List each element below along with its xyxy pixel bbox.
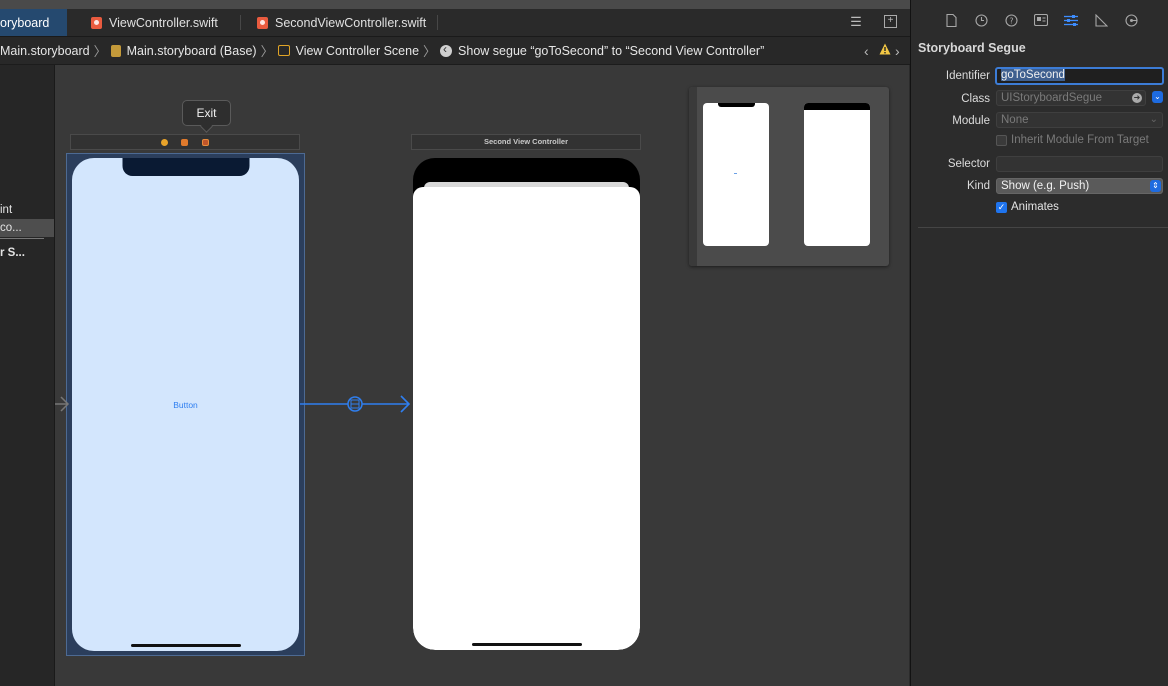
tab-label: oryboard <box>0 15 50 30</box>
arrow-right-circle-icon[interactable]: ➜ <box>1132 93 1142 103</box>
outline-divider <box>0 238 44 239</box>
breadcrumb-item[interactable]: Show segue “goToSecond” to “Second View … <box>440 42 765 58</box>
attributes-inspector: ? Storyboard Segue Identifier goToSecond… <box>910 0 1168 686</box>
identity-inspector-icon[interactable] <box>1033 13 1049 30</box>
breadcrumb-label: Main.storyboard (Base) <box>126 43 257 58</box>
second-scene-dock[interactable]: Second View Controller <box>411 134 641 150</box>
exit-tooltip: Exit <box>182 100 231 126</box>
entry-point-arrow[interactable] <box>55 395 71 413</box>
kind-select[interactable]: Show (e.g. Push) ⇕ <box>996 178 1163 194</box>
chevron-right-icon: 〉 <box>423 44 437 59</box>
tab-divider <box>240 15 241 30</box>
outline-item[interactable]: r S... <box>0 244 54 262</box>
breadcrumb-item[interactable]: Main.storyboard (Base) <box>110 43 257 58</box>
tab-label: SecondViewController.swift <box>275 15 427 30</box>
chevron-right-icon: 〉 <box>93 44 107 59</box>
module-placeholder: None <box>1001 114 1029 126</box>
animates-checkbox[interactable]: ✓ <box>996 202 1007 213</box>
inherit-module-checkbox[interactable] <box>996 135 1007 146</box>
tab-main-storyboard[interactable]: oryboard <box>0 9 67 36</box>
breadcrumb: Main.storyboard 〉 Main.storyboard (Base)… <box>0 37 910 65</box>
canvas-minimap[interactable] <box>689 87 889 266</box>
breadcrumb-label: Main.storyboard <box>0 43 90 58</box>
selector-label: Selector <box>947 158 990 170</box>
view-controller-scene[interactable]: Button <box>66 153 305 656</box>
minimap-scene-2 <box>804 103 870 246</box>
outline-item-selected[interactable]: co... <box>0 219 54 237</box>
chevron-down-icon: ⌄ <box>1149 114 1158 125</box>
class-label: Class <box>961 93 990 105</box>
second-view-controller-view[interactable] <box>413 187 640 650</box>
inspector-section-title: Storyboard Segue <box>918 41 1026 55</box>
connections-inspector-icon[interactable] <box>1123 14 1139 30</box>
identifier-field[interactable]: goToSecond <box>995 67 1164 85</box>
stepper-icon: ⇕ <box>1150 180 1161 192</box>
kind-value: Show (e.g. Push) <box>1001 180 1090 192</box>
attributes-inspector-icon[interactable] <box>1063 14 1079 30</box>
add-editor-icon[interactable]: + <box>884 15 897 28</box>
minimap-button-mark <box>734 173 737 174</box>
minimap-status-area <box>804 103 870 110</box>
button[interactable]: Button <box>72 400 299 410</box>
breadcrumb-item[interactable]: Main.storyboard <box>0 44 90 58</box>
breadcrumb-label: Show segue “goToSecond” to “Second View … <box>458 43 765 58</box>
swift-file-icon <box>91 16 102 29</box>
tab-label: ViewController.swift <box>109 15 218 30</box>
chevron-right-icon[interactable]: › <box>895 43 900 59</box>
tab-divider <box>437 15 438 30</box>
identifier-value: goToSecond <box>1001 69 1065 81</box>
help-inspector-icon[interactable]: ? <box>1003 14 1019 30</box>
segue-icon <box>440 42 453 57</box>
kind-label: Kind <box>966 180 990 192</box>
view-controller-view[interactable]: Button <box>72 158 299 651</box>
segue-arrow[interactable] <box>300 393 412 415</box>
exit-icon[interactable] <box>202 139 209 146</box>
warning-icon[interactable] <box>879 43 891 58</box>
class-field[interactable]: UIStoryboardSegue ➜ <box>996 90 1146 106</box>
minimap-scene-1 <box>703 103 769 246</box>
outline-item[interactable]: int <box>0 201 54 219</box>
scene-icon <box>277 45 290 56</box>
breadcrumb-label: View Controller Scene <box>295 43 420 58</box>
history-inspector-icon[interactable] <box>973 14 989 30</box>
storyboard-canvas[interactable]: Exit Button Second View Controller <box>55 65 909 686</box>
device-notch <box>122 158 249 176</box>
home-indicator <box>471 643 582 646</box>
selector-field[interactable] <box>996 156 1163 172</box>
first-responder-icon[interactable] <box>181 139 188 146</box>
module-field[interactable]: None ⌄ <box>996 112 1163 128</box>
tab-viewcontroller-swift[interactable]: ViewController.swift <box>91 9 218 36</box>
size-inspector-icon[interactable] <box>1093 13 1109 30</box>
editor-options-icon[interactable]: ☰ <box>849 15 863 28</box>
swift-file-icon <box>257 16 268 29</box>
module-label: Module <box>952 115 990 127</box>
device-notch <box>718 103 755 107</box>
svg-text:?: ? <box>1009 17 1013 26</box>
file-inspector-icon[interactable] <box>943 13 959 30</box>
view-controller-icon[interactable] <box>161 139 168 146</box>
chevron-right-icon: 〉 <box>260 44 274 59</box>
storyboard-file-icon <box>110 44 121 57</box>
identifier-label: Identifier <box>945 70 990 82</box>
minimap-edge <box>689 87 697 266</box>
second-view-controller-scene[interactable] <box>413 158 640 650</box>
class-dropdown-icon[interactable]: ⌄ <box>1152 91 1163 103</box>
breadcrumb-item[interactable]: View Controller Scene <box>277 43 420 58</box>
tab-secondviewcontroller-swift[interactable]: SecondViewController.swift <box>257 9 426 36</box>
editor-tab-bar: oryboard ViewController.swift SecondView… <box>0 9 910 37</box>
inspector-divider <box>918 227 1168 228</box>
inspector-toolbar: ? <box>911 9 1168 37</box>
class-placeholder: UIStoryboardSegue <box>1001 92 1103 104</box>
inherit-module-label: Inherit Module From Target <box>1011 134 1149 146</box>
home-indicator <box>130 644 241 647</box>
chevron-left-icon[interactable]: ‹ <box>864 43 869 59</box>
window-top-strip <box>0 0 910 9</box>
document-outline: int co... r S... <box>0 65 55 686</box>
animates-label: Animates <box>1011 201 1059 213</box>
